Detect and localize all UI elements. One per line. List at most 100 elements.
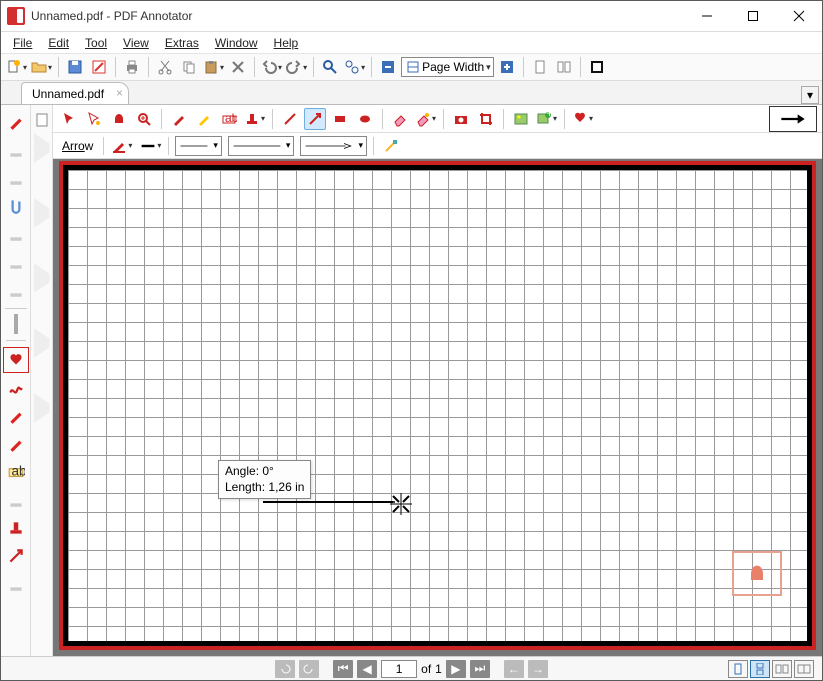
tooltip-length-value: 1,26 in <box>268 480 304 494</box>
maximize-button[interactable] <box>730 1 776 31</box>
fav-highlight-gray-2[interactable] <box>3 571 29 597</box>
prev-page-button[interactable]: ◀ <box>357 660 377 678</box>
fav-highlight-1[interactable] <box>3 137 29 163</box>
menu-tool[interactable]: Tool <box>79 34 113 52</box>
fav-heart[interactable] <box>3 347 29 373</box>
redo-button[interactable]: ▾ <box>285 56 308 78</box>
save-button[interactable] <box>64 56 86 78</box>
cut-button[interactable] <box>154 56 176 78</box>
arrow-tool[interactable] <box>304 108 326 130</box>
minimize-button[interactable] <box>684 1 730 31</box>
fav-clip[interactable] <box>3 193 29 219</box>
favorite-tool[interactable]: ▾ <box>571 108 594 130</box>
image-tool[interactable] <box>510 108 532 130</box>
view-two-up[interactable] <box>772 660 792 678</box>
fav-highlight-5[interactable] <box>3 277 29 303</box>
tab-close-icon[interactable]: × <box>116 86 123 100</box>
undo-button[interactable]: ▾ <box>260 56 283 78</box>
open-button[interactable]: ▾ <box>30 56 53 78</box>
next-page-button[interactable]: ▶ <box>446 660 466 678</box>
favorites-sidebar: ab <box>1 105 31 656</box>
document-tab[interactable]: Unnamed.pdf <box>21 82 129 104</box>
first-page-button[interactable]: ⏮ <box>333 660 353 678</box>
fav-textbox[interactable]: ab <box>3 459 29 485</box>
copy-button[interactable] <box>178 56 200 78</box>
pen-tool[interactable] <box>168 108 190 130</box>
fav-highlight-2[interactable] <box>3 165 29 191</box>
history-back-button[interactable]: ← <box>504 660 524 678</box>
rotate-right-button[interactable] <box>299 660 319 678</box>
menu-view[interactable]: View <box>117 34 155 52</box>
fav-pen-red-2[interactable] <box>3 403 29 429</box>
fav-highlight-3[interactable] <box>3 221 29 247</box>
document-page[interactable]: Angle: 0° Length: 1,26 in <box>63 165 812 646</box>
menu-help[interactable]: Help <box>268 34 305 52</box>
eraser-tool[interactable] <box>389 108 411 130</box>
panel-drag-tab-2[interactable] <box>34 198 50 228</box>
fav-highlight-gray[interactable] <box>3 487 29 513</box>
fav-arrow-red[interactable] <box>3 543 29 569</box>
view-book[interactable] <box>794 660 814 678</box>
page-number-input[interactable]: 1 <box>381 660 417 678</box>
rotate-left-button[interactable] <box>275 660 295 678</box>
line-width-preset[interactable]: ▾ <box>139 135 162 157</box>
fullscreen-button[interactable] <box>586 56 608 78</box>
delete-button[interactable] <box>227 56 249 78</box>
snapshot-tool[interactable] <box>450 108 472 130</box>
floating-hand-button[interactable] <box>732 551 782 596</box>
line-style-selector[interactable]: ▾ <box>228 136 295 156</box>
view-continuous[interactable] <box>750 660 770 678</box>
view-single[interactable] <box>728 660 748 678</box>
menu-edit[interactable]: Edit <box>42 34 75 52</box>
close-button[interactable] <box>776 1 822 31</box>
zoom-out-button[interactable] <box>377 56 399 78</box>
fav-pen-red[interactable] <box>3 109 29 135</box>
paste-button[interactable]: ▾ <box>202 56 225 78</box>
ellipse-tool[interactable] <box>354 108 376 130</box>
panel-drag-tab-1[interactable] <box>34 133 50 163</box>
two-page-button[interactable] <box>553 56 575 78</box>
highlighter-tool[interactable] <box>193 108 215 130</box>
last-page-button[interactable]: ⏭ <box>470 660 490 678</box>
search-again-button[interactable]: ▾ <box>343 56 366 78</box>
panel-drag-tab-3[interactable] <box>34 263 50 293</box>
single-page-button[interactable] <box>529 56 551 78</box>
zoom-tool[interactable] <box>133 108 155 130</box>
snap-toggle[interactable] <box>380 135 402 157</box>
stamp-tool[interactable]: ▾ <box>243 108 266 130</box>
erase-all-tool[interactable]: ▾ <box>414 108 437 130</box>
fav-pen-red-3[interactable] <box>3 431 29 457</box>
fav-highlight-4[interactable] <box>3 249 29 275</box>
tabs-dropdown[interactable]: ▾ <box>801 86 819 104</box>
history-forward-button[interactable]: → <box>528 660 548 678</box>
next-page-arrow[interactable] <box>769 106 817 132</box>
save-as-button[interactable] <box>88 56 110 78</box>
crop-tool[interactable] <box>475 108 497 130</box>
measurement-tooltip: Angle: 0° Length: 1,26 in <box>218 460 311 499</box>
canvas[interactable]: Angle: 0° Length: 1,26 in <box>53 159 822 656</box>
text-tool[interactable]: ab <box>218 108 240 130</box>
pan-tool[interactable] <box>108 108 130 130</box>
menu-window[interactable]: Window <box>209 34 264 52</box>
line-width-selector[interactable]: ▾ <box>175 136 222 156</box>
menu-file[interactable]: File <box>7 34 38 52</box>
panel-drag-tab-5[interactable] <box>34 393 50 423</box>
drawn-arrow-shape[interactable] <box>263 501 393 503</box>
arrow-style-selector[interactable]: ▾ <box>300 136 367 156</box>
zoom-in-button[interactable] <box>496 56 518 78</box>
print-button[interactable] <box>121 56 143 78</box>
new-button[interactable]: ▾ <box>5 56 28 78</box>
zoom-selector[interactable]: Page Width ▾ <box>401 57 494 77</box>
menu-extras[interactable]: Extras <box>159 34 205 52</box>
fav-stamp[interactable] <box>3 515 29 541</box>
page-thumb-icon[interactable] <box>31 109 53 131</box>
fav-squiggle[interactable] <box>3 375 29 401</box>
find-button[interactable] <box>319 56 341 78</box>
line-tool[interactable] <box>279 108 301 130</box>
panel-drag-tab-4[interactable] <box>34 328 50 358</box>
lasso-tool[interactable] <box>83 108 105 130</box>
add-image-tool[interactable]: +▾ <box>535 108 558 130</box>
color-picker[interactable]: ▾ <box>110 135 133 157</box>
select-tool[interactable] <box>58 108 80 130</box>
rectangle-tool[interactable] <box>329 108 351 130</box>
